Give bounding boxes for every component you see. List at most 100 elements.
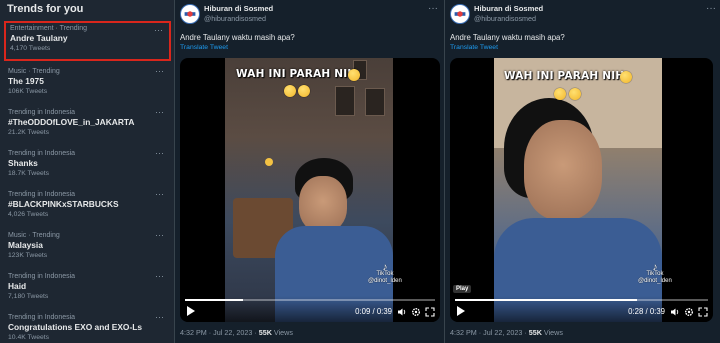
trend-category: Trending in Indonesia (8, 191, 76, 198)
views-label: Views (271, 328, 293, 337)
translate-tweet-link[interactable]: Translate Tweet (180, 44, 228, 51)
more-icon[interactable]: ··· (155, 271, 164, 281)
fullscreen-icon[interactable] (698, 307, 708, 317)
trend-name: Congratulations EXO and EXO-Ls (8, 322, 143, 332)
emoji-grin-icon (284, 85, 296, 97)
trend-item-the-1975[interactable]: Music · Trending The 1975 106K Tweets ··… (0, 64, 174, 104)
trend-item-andre-taulany[interactable]: Entertainment · Trending Andre Taulany 4… (4, 21, 171, 61)
trend-count: 106K Tweets (8, 88, 48, 95)
trend-count: 4,026 Tweets (8, 211, 49, 218)
video-time: 0:28 / 0:39 (628, 307, 665, 316)
tweet-timestamp[interactable]: 4:32 PM · Jul 22, 2023 · (180, 328, 259, 337)
person-head (524, 120, 602, 220)
emoji-grin-icon (569, 88, 581, 100)
video-progress-bar[interactable] (185, 299, 435, 301)
views-label: Views (541, 328, 563, 337)
trend-item-congratulations-exo[interactable]: Trending in Indonesia Congratulations EX… (0, 310, 174, 343)
trend-item-blackpinkxstarbucks[interactable]: Trending in Indonesia #BLACKPINKxSTARBUC… (0, 187, 174, 227)
avatar-logo-icon (451, 5, 469, 23)
more-icon[interactable]: ··· (154, 25, 163, 35)
tweet-handle[interactable]: @hiburandisosmed (474, 14, 536, 23)
trend-item-shanks[interactable]: Trending in Indonesia Shanks 18.7K Tweet… (0, 146, 174, 186)
video-player[interactable]: WAH INI PARAH NIH ♪ TikTok @dinot_lden 0… (180, 58, 440, 322)
tweet-footer: 4:32 PM · Jul 22, 2023 · 55K Views (180, 328, 293, 337)
trend-category: Trending in Indonesia (8, 150, 76, 157)
trend-count: 7,180 Tweets (8, 293, 49, 300)
person-head (299, 176, 347, 232)
more-icon[interactable]: ··· (155, 148, 164, 158)
emoji-grin-icon (620, 71, 632, 83)
fullscreen-icon[interactable] (425, 307, 435, 317)
tiktok-handle: @dinot_lden (638, 278, 672, 284)
video-time: 0:09 / 0:39 (355, 307, 392, 316)
tiktok-logo-icon: ♪ TikTok @dinot_lden (638, 262, 672, 285)
trend-count: 18.7K Tweets (8, 170, 50, 177)
wall-poster (335, 86, 355, 116)
tiktok-brand: TikTok (646, 271, 664, 277)
trends-panel: Trends for you Entertainment · Trending … (0, 0, 174, 343)
trend-category: Entertainment · Trending (10, 25, 88, 32)
settings-icon[interactable] (684, 307, 694, 317)
wall-poster (365, 88, 385, 116)
more-icon[interactable]: ··· (155, 230, 164, 240)
trend-name: Haid (8, 281, 27, 291)
play-icon[interactable] (457, 306, 465, 316)
play-badge: Play (453, 285, 472, 293)
avatar[interactable] (450, 4, 470, 24)
emoji-grin-icon (298, 85, 310, 97)
avatar[interactable] (180, 4, 200, 24)
video-player[interactable]: WAH INI PARAH NIH ♪ TikTok @dinot_lden P… (450, 58, 713, 322)
trend-name: The 1975 (8, 76, 44, 86)
views-count: 55K (258, 328, 272, 337)
views-count: 55K (528, 328, 542, 337)
video-caption: WAH INI PARAH NIH (504, 70, 625, 82)
play-icon[interactable] (187, 306, 195, 316)
tweet-username[interactable]: Hiburan di Sosmed (474, 4, 543, 13)
emoji-grin-icon (554, 88, 566, 100)
trend-name: Malaysia (8, 240, 43, 250)
tweet-card[interactable]: Hiburan di Sosmed @hiburandisosmed ··· A… (444, 0, 720, 343)
tweet-username[interactable]: Hiburan di Sosmed (204, 4, 273, 13)
tweet-timestamp[interactable]: 4:32 PM · Jul 22, 2023 · (450, 328, 529, 337)
more-icon[interactable]: ··· (155, 312, 164, 322)
more-icon[interactable]: ··· (155, 189, 164, 199)
volume-icon[interactable] (670, 307, 680, 317)
trend-item-theoddoflove[interactable]: Trending in Indonesia #TheODDOfLOVE_in_J… (0, 105, 174, 145)
more-icon[interactable]: ··· (706, 3, 716, 14)
tiktok-logo-icon: ♪ TikTok @dinot_lden (368, 262, 402, 285)
tweet-text: Andre Taulany waktu masih apa? (450, 33, 565, 42)
trend-category: Trending in Indonesia (8, 314, 76, 321)
trend-category: Music · Trending (8, 232, 60, 239)
tweet-handle[interactable]: @hiburandisosmed (204, 14, 266, 23)
trend-name: Shanks (8, 158, 38, 168)
more-icon[interactable]: ··· (155, 107, 164, 117)
tiktok-brand: TikTok (376, 271, 394, 277)
trend-count: 21.2K Tweets (8, 129, 50, 136)
video-progress-fill (185, 299, 243, 301)
trend-category: Trending in Indonesia (8, 109, 76, 116)
trend-name: #TheODDOfLOVE_in_JAKARTA (8, 117, 135, 127)
trend-item-haid[interactable]: Trending in Indonesia Haid 7,180 Tweets … (0, 269, 174, 309)
trend-count: 4,170 Tweets (10, 45, 51, 52)
emoji-grin-icon (265, 158, 273, 166)
more-icon[interactable]: ··· (428, 3, 438, 14)
trend-name: #BLACKPINKxSTARBUCKS (8, 199, 119, 209)
emoji-grin-icon (348, 69, 360, 81)
trends-title: Trends for you (7, 3, 84, 15)
tweet-card[interactable]: Hiburan di Sosmed @hiburandisosmed ··· A… (174, 0, 444, 343)
trend-category: Music · Trending (8, 68, 60, 75)
settings-icon[interactable] (411, 307, 421, 317)
trend-count: 10.4K Tweets (8, 334, 50, 341)
video-progress-fill (455, 299, 638, 301)
translate-tweet-link[interactable]: Translate Tweet (450, 44, 498, 51)
volume-icon[interactable] (397, 307, 407, 317)
tweet-footer: 4:32 PM · Jul 22, 2023 · 55K Views (450, 328, 563, 337)
trend-item-malaysia[interactable]: Music · Trending Malaysia 123K Tweets ··… (0, 228, 174, 268)
avatar-logo-icon (181, 5, 199, 23)
tiktok-handle: @dinot_lden (368, 278, 402, 284)
trend-count: 123K Tweets (8, 252, 48, 259)
tweet-text: Andre Taulany waktu masih apa? (180, 33, 295, 42)
trend-name: Andre Taulany (10, 33, 68, 43)
more-icon[interactable]: ··· (155, 66, 164, 76)
video-progress-bar[interactable] (455, 299, 708, 301)
